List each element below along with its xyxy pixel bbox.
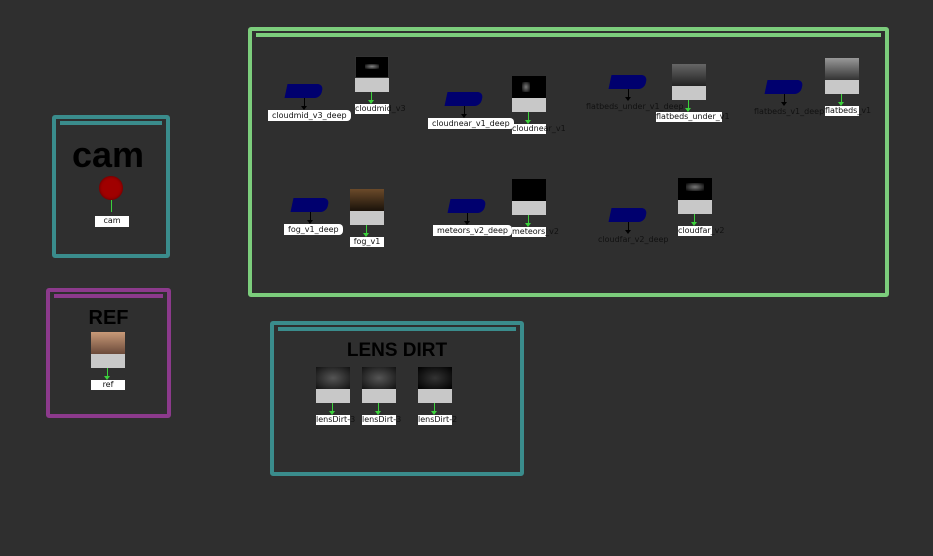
deep-read-node[interactable]: cloudfar_v2_deep (598, 208, 669, 244)
backdrop-label: LENS DIRT (346, 340, 448, 361)
thumbnail (512, 76, 546, 98)
thumbnail (362, 367, 396, 389)
backdrop-title-bar[interactable] (256, 33, 881, 37)
thumbnail (678, 178, 712, 200)
camera-label: cam (95, 216, 129, 227)
backdrop-label: cam (71, 134, 145, 175)
thumbnail (672, 64, 706, 86)
node-label: cloudmid_v3_deep (268, 110, 351, 121)
backdrop-title-bar[interactable] (54, 294, 163, 298)
node-label: fog_v1_deep (284, 224, 343, 235)
node-label: meteors_v2_deep (433, 225, 512, 236)
thumbnail (825, 58, 859, 80)
thumbnail (418, 367, 452, 389)
node-label: cloudfar_v2 (678, 226, 725, 236)
deep-read-node[interactable]: flatbeds_under_v1_deep (586, 75, 684, 111)
node-label: flatbeds_v1_deep (754, 107, 825, 116)
node-label: fog_v1 (350, 237, 384, 247)
node-label: cloudmid_v3 (355, 104, 406, 114)
thumbnail (316, 367, 350, 389)
node-label: lensDirt-3 (316, 415, 356, 425)
backdrop-title-bar[interactable] (278, 327, 516, 331)
deep-read-node[interactable]: flatbeds_v1_deep (754, 80, 824, 116)
deep-read-node[interactable]: cloudnear_v1_deep (428, 92, 514, 129)
deep-backdrop[interactable] (248, 27, 889, 297)
node-label: flatbeds_under_v1 (656, 112, 730, 122)
node-label: lensDirt-3 (362, 415, 402, 425)
lens-dirt-backdrop[interactable]: LENS DIRT (270, 321, 524, 476)
backdrop-title-bar[interactable] (60, 121, 162, 125)
thumbnail (91, 332, 125, 354)
node-label: cloudfar_v2_deep (598, 235, 669, 244)
thumbnail (355, 56, 389, 78)
deep-read-node[interactable]: meteors_v2_deep (433, 199, 512, 236)
deep-read-node[interactable]: cloudmid_v3_deep (268, 84, 351, 121)
deep-read-node[interactable]: fog_v1_deep (284, 198, 343, 235)
node-label: meteors_v2 (512, 227, 559, 237)
node-label: flatbeds_v1 (825, 106, 872, 116)
thumbnail (512, 179, 546, 201)
node-label: flatbeds_under_v1_deep (586, 102, 684, 111)
thumbnail (350, 189, 384, 211)
backdrop-label: REF (88, 307, 129, 329)
node-label: ref (91, 380, 125, 390)
node-label: lensDirt-2 (418, 415, 458, 425)
node-label: cloudnear_v1 (512, 124, 566, 134)
node-label: cloudnear_v1_deep (428, 118, 514, 129)
camera-node[interactable] (99, 176, 123, 200)
